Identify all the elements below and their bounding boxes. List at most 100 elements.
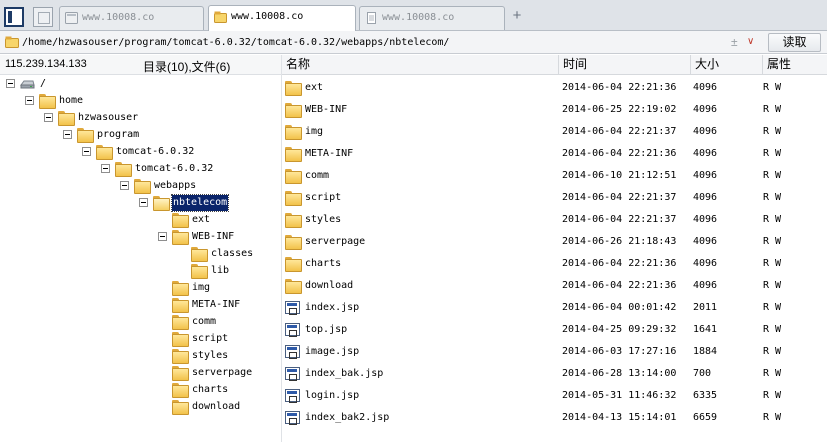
folder-icon — [172, 383, 189, 398]
file-row[interactable]: comm 2014-06-10 21:12:51 4096 R W — [282, 166, 827, 188]
collapse-icon[interactable] — [158, 232, 167, 241]
file-row[interactable]: serverpage 2014-06-26 21:18:43 4096 R W — [282, 232, 827, 254]
file-name: download — [305, 280, 354, 291]
collapse-icon[interactable] — [25, 96, 34, 105]
tree-node-label: program — [97, 129, 140, 140]
file-size: 6659 — [693, 412, 718, 423]
file-row[interactable]: script 2014-06-04 22:21:37 4096 R W — [282, 188, 827, 210]
file-size: 4096 — [693, 258, 718, 269]
new-tab-plus-icon[interactable]: + — [510, 8, 524, 24]
file-name: serverpage — [305, 236, 366, 247]
file-size: 4096 — [693, 126, 718, 137]
folder-icon — [39, 94, 56, 109]
file-name: ext — [305, 82, 324, 93]
file-name: WEB-INF — [305, 104, 348, 115]
folder-icon — [191, 264, 208, 279]
column-header-attributes[interactable]: 属性 — [763, 55, 827, 75]
file-size: 4096 — [693, 82, 718, 93]
folder-tree: / home hzwasouser program tomcat-6.0.32 … — [0, 76, 281, 442]
read-button[interactable]: 读取 — [768, 33, 821, 52]
tab-bar: www.10008.co www.10008.co www.10008.co + — [0, 0, 827, 31]
file-attributes: R W — [763, 104, 782, 115]
folder-icon — [285, 147, 302, 162]
file-time: 2014-06-04 22:21:37 — [562, 192, 677, 203]
file-name: index_bak.jsp — [305, 368, 384, 379]
file-attributes: R W — [763, 412, 782, 423]
file-name: styles — [305, 214, 342, 225]
address-bar: ± ∨ 读取 — [0, 31, 827, 54]
file-row[interactable]: index_bak2.jsp 2014-04-13 15:14:01 6659 … — [282, 408, 827, 430]
file-size: 700 — [693, 368, 712, 379]
file-row[interactable]: WEB-INF 2014-06-25 22:19:02 4096 R W — [282, 100, 827, 122]
file-row[interactable]: top.jsp 2014-04-25 09:29:32 1641 R W — [282, 320, 827, 342]
folder-icon — [134, 179, 151, 194]
collapse-icon[interactable] — [63, 130, 72, 139]
file-name: image.jsp — [305, 346, 360, 357]
file-size: 4096 — [693, 170, 718, 181]
file-size: 4096 — [693, 214, 718, 225]
folder-icon — [191, 247, 208, 262]
file-row[interactable]: image.jsp 2014-06-03 17:27:16 1884 R W — [282, 342, 827, 364]
tab-3[interactable]: www.10008.co — [359, 6, 505, 30]
tree-node-label: classes — [211, 248, 254, 259]
collapse-icon[interactable] — [82, 147, 91, 156]
collapse-icon[interactable] — [6, 79, 15, 88]
tree-node-label: home — [59, 95, 84, 106]
file-attributes: R W — [763, 170, 782, 181]
file-size: 4096 — [693, 236, 718, 247]
file-row[interactable]: index.jsp 2014-06-04 00:01:42 2011 R W — [282, 298, 827, 320]
collapse-icon[interactable] — [139, 198, 148, 207]
folder-icon — [285, 125, 302, 140]
jsp-file-icon — [285, 301, 300, 315]
folder-icon — [285, 191, 302, 206]
folder-icon — [77, 128, 94, 143]
tree-node-label: script — [192, 333, 229, 344]
tab-1[interactable]: www.10008.co — [59, 6, 204, 30]
file-size: 4096 — [693, 192, 718, 203]
folder-icon — [172, 332, 189, 347]
file-row[interactable]: download 2014-06-04 22:21:36 4096 R W — [282, 276, 827, 298]
file-attributes: R W — [763, 346, 782, 357]
collapse-icon[interactable] — [44, 113, 53, 122]
file-row[interactable]: img 2014-06-04 22:21:37 4096 R W — [282, 122, 827, 144]
file-list-header: 名称 时间 大小 属性 — [282, 55, 827, 75]
clear-icon[interactable]: ± — [731, 34, 743, 50]
folder-icon — [115, 162, 132, 177]
file-time: 2014-06-04 22:21:36 — [562, 82, 677, 93]
file-row[interactable]: login.jsp 2014-05-31 11:46:32 6335 R W — [282, 386, 827, 408]
tab-title: www.10008.co — [82, 12, 155, 23]
collapse-icon[interactable] — [101, 164, 110, 173]
file-row[interactable]: index_bak.jsp 2014-06-28 13:14:00 700 R … — [282, 364, 827, 386]
file-row[interactable]: styles 2014-06-04 22:21:37 4096 R W — [282, 210, 827, 232]
tree-node-label: webapps — [154, 180, 197, 191]
file-size: 4096 — [693, 104, 718, 115]
file-name: script — [305, 192, 342, 203]
jsp-file-icon — [285, 345, 300, 359]
file-row[interactable]: ext 2014-06-04 22:21:36 4096 R W — [282, 78, 827, 100]
column-header-name[interactable]: 名称 — [282, 55, 559, 75]
column-header-time[interactable]: 时间 — [559, 55, 691, 75]
sidebar-toggle-icon[interactable] — [4, 7, 24, 27]
file-attributes: R W — [763, 236, 782, 247]
file-time: 2014-06-04 00:01:42 — [562, 302, 677, 313]
tree-node-label: nbtelecom — [170, 194, 230, 212]
file-attributes: R W — [763, 390, 782, 401]
file-row[interactable]: META-INF 2014-06-04 22:21:36 4096 R W — [282, 144, 827, 166]
column-header-size[interactable]: 大小 — [691, 55, 763, 75]
folder-icon — [172, 230, 189, 245]
file-attributes: R W — [763, 192, 782, 203]
path-input[interactable] — [22, 34, 722, 51]
folder-icon — [58, 111, 75, 126]
file-name: charts — [305, 258, 342, 269]
grid-view-icon[interactable] — [33, 7, 53, 27]
file-attributes: R W — [763, 368, 782, 379]
collapse-icon[interactable] — [120, 181, 129, 190]
file-row[interactable]: charts 2014-06-04 22:21:36 4096 R W — [282, 254, 827, 276]
folder-open-icon — [153, 196, 170, 211]
folder-icon — [285, 235, 302, 250]
tab-2[interactable]: www.10008.co — [208, 5, 356, 31]
tree-node-label: tomcat-6.0.32 — [116, 146, 195, 157]
file-time: 2014-04-25 09:29:32 — [562, 324, 677, 335]
tree-node-label: hzwasouser — [78, 112, 139, 123]
chevron-down-icon[interactable]: ∨ — [747, 34, 761, 50]
